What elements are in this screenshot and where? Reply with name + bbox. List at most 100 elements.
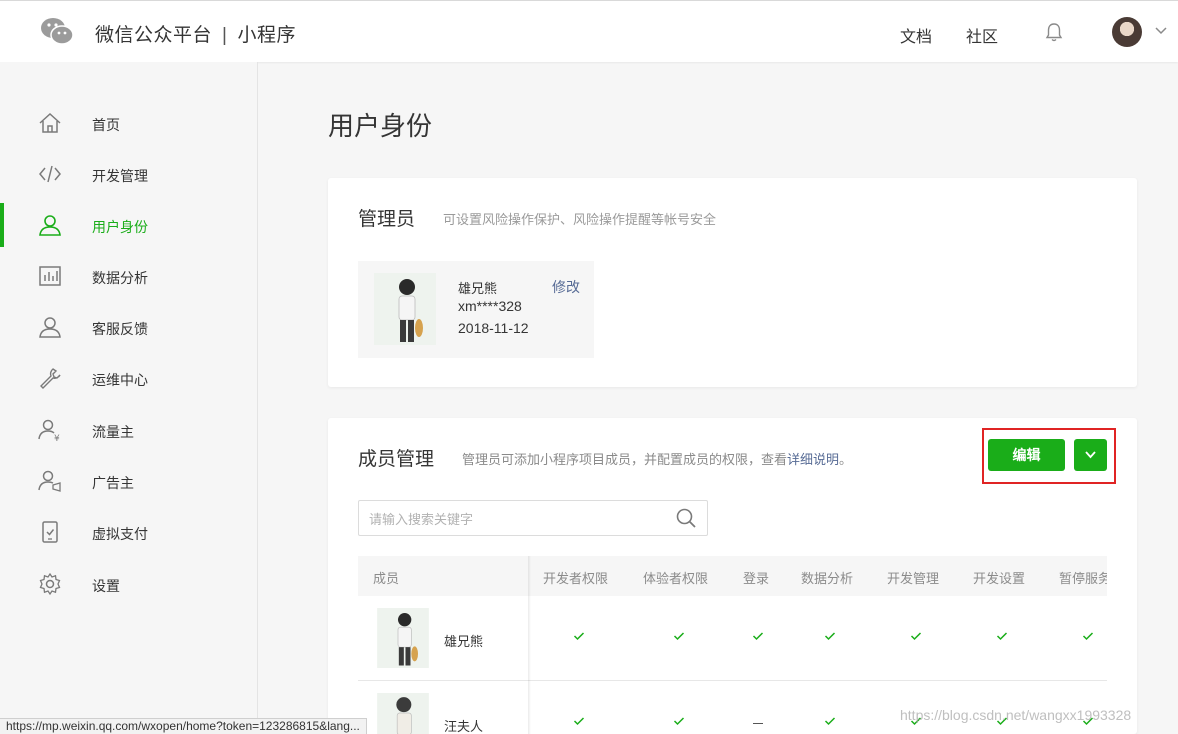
check-icon [824,632,836,641]
col-login: 登录 [743,571,770,586]
col-dev-settings: 开发设置 [973,571,1026,586]
user-icon [39,215,61,236]
check-icon [573,632,585,641]
perm-cell [743,631,773,645]
sidebar-item-ops-center[interactable]: 运维中心 [0,356,256,400]
admin-card: 管理员 可设置风险操作保护、风险操作提醒等帐号安全 雄兄熊 修改 xm****3… [328,178,1137,387]
members-desc-suffix: 。 [839,452,853,467]
sidebar-item-label: 设置 [92,578,120,594]
member-name: 汪夫人 [444,719,484,734]
top-bar: 微信公众平台 | 小程序 文档 社区 [0,0,1178,62]
admin-name: 雄兄熊 [458,281,498,296]
sidebar-item-dev-manage[interactable]: 开发管理 [0,152,256,196]
sidebar-item-virtual-payment[interactable]: 虚拟支付 [0,510,256,554]
code-icon [39,165,61,183]
perm-cell [664,631,694,645]
perm-cell [743,716,773,730]
check-icon [1082,632,1094,641]
admin-edit-link[interactable]: 修改 [552,277,580,297]
check-icon [996,632,1008,641]
browser-status-url: https://mp.weixin.qq.com/wxopen/home?tok… [0,718,367,734]
col-member: 成员 [373,571,400,586]
admin-date: 2018-11-12 [458,320,529,336]
advertiser-icon [38,470,61,492]
members-card: 成员管理 管理员可添加小程序项目成员，并配置成员的权限，查看详细说明。 编辑 成… [328,418,1137,734]
sidebar-item-home[interactable]: 首页 [0,101,256,145]
admin-card-desc: 可设置风险操作保护、风险操作提醒等帐号安全 [443,212,717,227]
col-dev-manage: 开发管理 [887,571,940,586]
chevron-down-icon [1085,451,1096,459]
bell-icon[interactable] [1043,21,1065,43]
dash-icon [753,723,763,724]
sidebar-item-advertiser[interactable]: 广告主 [0,459,256,503]
perm-cell [815,631,845,645]
admin-account: xm****328 [458,298,522,314]
check-icon [752,632,764,641]
col-developer: 开发者权限 [543,571,609,586]
sidebar-item-label: 广告主 [92,475,134,491]
brand-name: 微信公众平台 [95,25,213,46]
service-icon [39,317,61,338]
check-icon [673,632,685,641]
table-header: 成员 开发者权限 体验者权限 登录 数据分析 开发管理 开发设置 暂停服务 [358,556,1107,596]
perm-cell [987,631,1017,645]
sidebar-item-user-identity[interactable]: 用户身份 [0,203,256,247]
col-suspend-service: 暂停服务 [1059,571,1107,586]
chevron-down-icon[interactable] [1154,26,1168,36]
details-link[interactable]: 详细说明 [787,452,839,467]
sidebar-item-traffic-owner[interactable]: ¥ 流量主 [0,408,256,452]
check-icon [910,632,922,641]
sidebar-item-data-analysis[interactable]: 数据分析 [0,254,256,298]
sidebar-item-label: 流量主 [92,424,134,440]
sidebar-item-label: 虚拟支付 [92,526,148,542]
admin-card-title: 管理员 [358,209,416,230]
col-data-analysis: 数据分析 [801,571,854,586]
table-row: 雄兄熊 [358,596,1107,681]
col-tester: 体验者权限 [643,571,709,586]
edit-button[interactable]: 编辑 [988,439,1065,471]
nav-docs-link[interactable]: 文档 [900,23,932,47]
perm-cell [815,716,845,730]
nav-community-link[interactable]: 社区 [966,23,998,47]
platform-brand[interactable]: 微信公众平台 | 小程序 [95,20,296,47]
admin-info: 雄兄熊 修改 xm****328 2018-11-12 [358,261,594,358]
watermark: https://blog.csdn.net/wangxx1993328 [900,707,1132,723]
members-card-title: 成员管理 [358,449,435,470]
traffic-user-icon: ¥ [38,419,60,442]
perm-cell [564,631,594,645]
chart-icon [39,266,61,286]
brand-separator: | [222,25,228,46]
check-icon [673,717,685,726]
member-name: 雄兄熊 [444,634,484,649]
sticky-column-shadow [528,556,531,734]
search-input[interactable] [369,509,659,529]
phone-pay-icon [42,521,58,543]
sidebar-item-customer-feedback[interactable]: 客服反馈 [0,305,256,349]
product-name: 小程序 [237,25,296,46]
sidebar-item-label: 运维中心 [92,372,148,388]
members-card-desc: 管理员可添加小程序项目成员，并配置成员的权限，查看详细说明。 [462,449,852,468]
sidebar-item-label: 客服反馈 [92,321,148,337]
svg-text:¥: ¥ [54,434,60,442]
perm-cell [564,716,594,730]
home-icon [39,112,61,133]
check-icon [824,717,836,726]
sidebar-item-label: 数据分析 [92,270,148,286]
member-photo [377,608,429,668]
wechat-logo-icon[interactable] [40,16,74,46]
wrench-icon [40,368,61,389]
user-avatar[interactable] [1112,17,1142,47]
sidebar-item-label: 首页 [92,117,120,133]
more-dropdown-button[interactable] [1074,439,1107,471]
admin-photo [374,273,436,345]
gear-icon [39,572,61,596]
member-photo [377,693,429,734]
search-icon[interactable] [675,507,697,529]
check-icon [573,717,585,726]
members-desc-text: 管理员可添加小程序项目成员，并配置成员的权限，查看 [462,452,788,467]
sidebar-item-settings[interactable]: 设置 [0,562,256,606]
perm-cell [1073,631,1103,645]
sidebar: 首页 开发管理 用户身份 数据分析 客服反馈 运维中心 ¥ 流量主 广告主 虚拟… [0,62,258,734]
sidebar-item-label: 用户身份 [92,219,148,235]
perm-cell [901,631,931,645]
